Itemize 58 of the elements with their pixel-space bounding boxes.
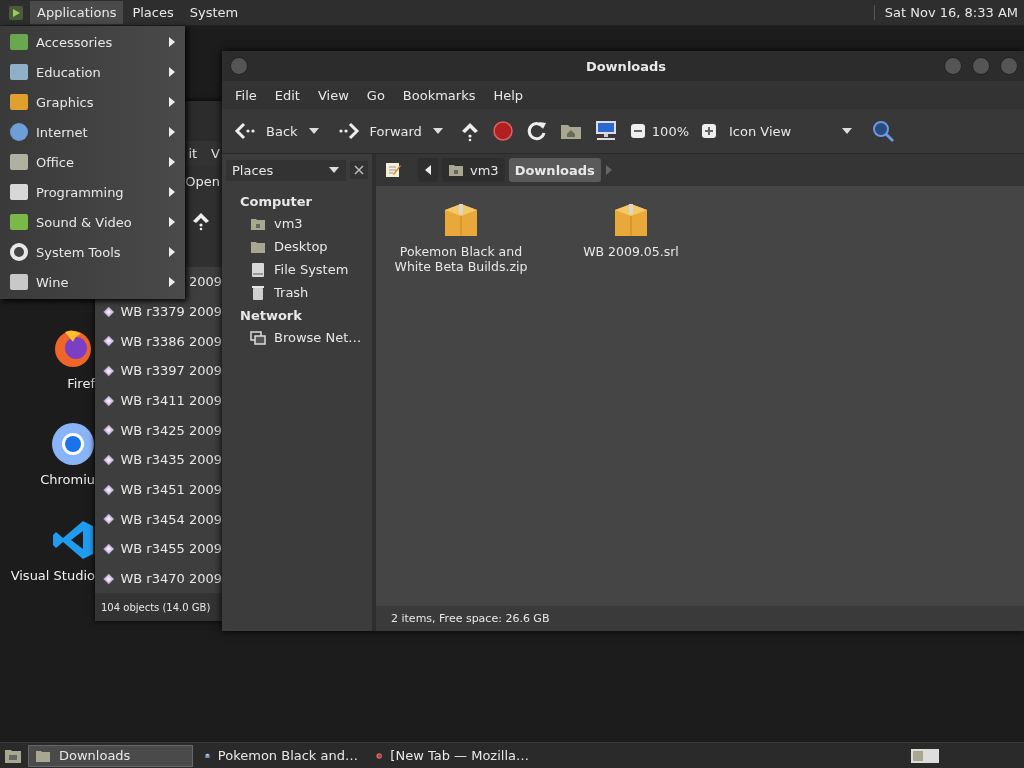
taskbar-button[interactable]: Downloads [28,744,193,767]
desktop-icon-label[interactable]: Visual Studio [10,568,95,583]
file-name[interactable]: 2009 [188,274,222,290]
forward-button[interactable]: Forward [335,120,424,142]
file-name[interactable]: WB r3397 2009 [120,363,222,379]
menu-item[interactable]: Bookmarks [393,87,485,103]
file-name[interactable]: WB r3455 2009 [120,541,222,557]
sidebar-item[interactable]: Desktop [240,235,372,258]
menu-item[interactable]: Accessories [0,27,185,57]
menu-item[interactable]: Programming [0,177,185,207]
panel-menu[interactable]: Places [125,1,181,24]
sidebar-item[interactable]: vm3 [240,212,372,235]
back-button[interactable]: Back [232,120,300,142]
menu-item[interactable]: Education [0,57,185,87]
status-bar: 104 objects (14.0 GB) [95,593,222,622]
desktop-icon-label[interactable]: Chromiu [40,472,95,487]
window-title: Downloads [584,58,668,74]
sidebar-heading: Computer [240,192,314,211]
sidebar-item[interactable]: Trash [240,281,372,304]
view-dropdown[interactable]: Icon View [723,121,860,141]
file-name[interactable]: WB r3435 2009 [120,452,222,468]
menu-item[interactable]: File [226,87,266,103]
file-name[interactable]: WB 2009.05.srl [551,244,711,259]
desktop-icon-label[interactable]: Firef [67,376,95,391]
menu-item[interactable]: Edit [265,87,309,103]
taskbar-button[interactable]: [New Tab — Mozilla… [370,744,535,767]
file-name[interactable]: WB r3454 2009 [120,511,222,527]
file-name[interactable]: WB r3379 2009 [120,304,222,320]
menu-item[interactable]: Go [357,87,394,103]
path-button[interactable]: vm3 [442,158,505,182]
panel-menu[interactable]: Applications [30,1,124,24]
file-name[interactable]: WB r3411 2009 [120,393,222,409]
file-name[interactable]: WB r3425 2009 [120,422,222,438]
menu-item[interactable]: Wine [0,267,185,297]
sidebar-item[interactable]: File System [240,258,372,281]
toolbar-button[interactable]: Open [185,174,220,190]
zoom-level: 100% [651,123,689,139]
taskbar-button[interactable]: Pokemon Black and… [199,744,364,767]
sidebar-item[interactable]: Browse Net… [240,326,372,349]
menu-item[interactable]: Help [484,87,533,103]
menu-item[interactable]: Internet [0,117,185,147]
file-name[interactable]: WB r3470 2009 [120,571,222,587]
clock[interactable]: Sat Nov 16, 8:33 AM [873,5,1018,20]
panel-menu[interactable]: System [182,1,246,24]
menu-item[interactable]: Office [0,147,185,177]
places-dropdown[interactable]: Places [226,159,346,181]
file-name[interactable]: Pokemon Black and White Beta Builds.zip [381,244,541,274]
path-button[interactable]: Downloads [508,158,601,182]
menu-item[interactable]: System Tools [0,237,185,267]
file-name[interactable]: WB r3451 2009 [120,482,222,498]
menu-item[interactable]: V [211,145,220,161]
menu-item[interactable]: it [188,145,198,161]
file-name[interactable]: WB r3386 2009 [120,333,222,349]
status-bar: 2 items, Free space: 26.6 GB [376,606,1024,631]
menu-item[interactable]: Graphics [0,87,185,117]
sidebar-heading: Network [240,306,303,325]
menu-item[interactable]: Sound & Video [0,207,185,237]
menu-item[interactable]: View [308,87,358,103]
